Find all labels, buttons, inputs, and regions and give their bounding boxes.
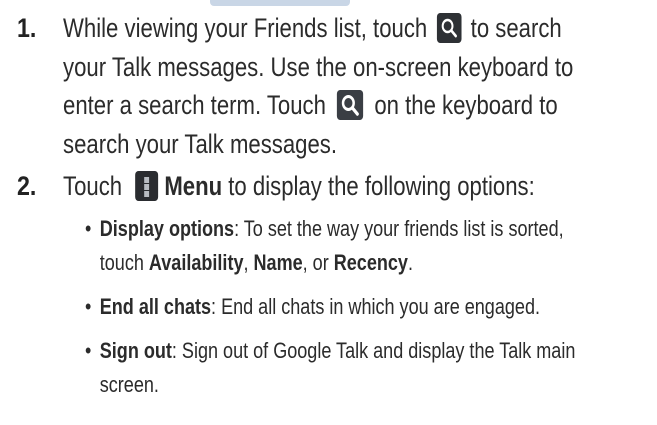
step-line: search your Talk messages.	[63, 128, 338, 159]
step-text: Touch Menu to display the following opti…	[63, 167, 645, 206]
list-item: Display options: To set the way your fri…	[85, 212, 651, 280]
step-text: While viewing your Friends list, touch t…	[63, 9, 645, 163]
list-item: Sign out: Sign out of Google Talk and di…	[85, 334, 651, 402]
menu-icon	[134, 171, 158, 201]
heading-remnant	[210, 0, 350, 6]
search-key-icon	[337, 90, 364, 120]
step-number: 1.	[17, 13, 37, 43]
step-line: Touch Menu to display the following opti…	[63, 171, 535, 201]
step-line: enter a search term. Touch on the keyboa…	[63, 90, 558, 120]
step-line: While viewing your Friends list, touch t…	[63, 13, 562, 43]
menu-options-list: Display options: To set the way your fri…	[85, 212, 651, 412]
step-number: 2.	[17, 171, 37, 201]
step-line: your Talk messages. Use the on-screen ke…	[63, 51, 574, 82]
list-item: End all chats: End all chats in which yo…	[85, 290, 651, 324]
search-icon	[436, 13, 462, 43]
